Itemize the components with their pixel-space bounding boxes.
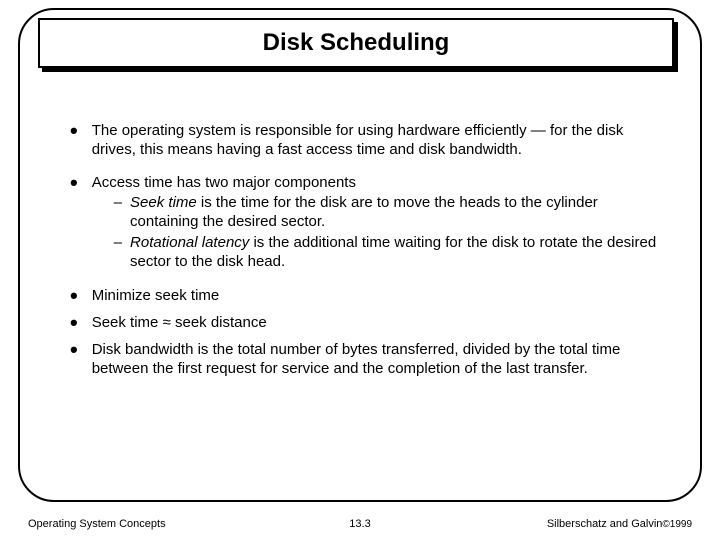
- footer-copyright: ©1999: [662, 519, 692, 530]
- title-box: Disk Scheduling: [38, 18, 674, 68]
- sub-rest: is the time for the disk are to move the…: [130, 194, 598, 230]
- bullet-text: Access time has two major components – S…: [92, 174, 660, 274]
- slide-title: Disk Scheduling: [263, 29, 450, 57]
- bullet-icon: •: [70, 176, 78, 190]
- bullet-item: • Minimize seek time: [70, 287, 660, 306]
- bullet-lead: Access time has two major components: [92, 174, 356, 191]
- approx-symbol: ≈: [163, 314, 171, 331]
- bullet-item: • The operating system is responsible fo…: [70, 122, 660, 160]
- content-area: • The operating system is responsible fo…: [70, 122, 660, 392]
- bullet-icon: •: [70, 343, 78, 357]
- bullet-item: • Seek time ≈ seek distance: [70, 314, 660, 333]
- text-pre: Seek time: [92, 314, 163, 331]
- bullet-text: Disk bandwidth is the total number of by…: [92, 341, 660, 379]
- footer: Operating System Concepts 13.3 Silbersch…: [0, 518, 720, 530]
- bullet-text: Minimize seek time: [92, 287, 220, 306]
- dash-icon: –: [114, 234, 122, 253]
- sub-text: Rotational latency is the additional tim…: [130, 234, 660, 272]
- dash-icon: –: [114, 194, 122, 213]
- sub-item: – Seek time is the time for the disk are…: [114, 194, 660, 232]
- bullet-item: • Access time has two major components –…: [70, 174, 660, 274]
- footer-right: Silberschatz and Galvin©1999: [371, 518, 692, 530]
- bullet-icon: •: [70, 124, 78, 138]
- footer-left: Operating System Concepts: [28, 518, 349, 530]
- sub-list: – Seek time is the time for the disk are…: [114, 194, 660, 271]
- bullet-icon: •: [70, 316, 78, 330]
- sub-text: Seek time is the time for the disk are t…: [130, 194, 660, 232]
- bullet-icon: •: [70, 289, 78, 303]
- bullet-text: The operating system is responsible for …: [92, 122, 660, 160]
- bullet-text: Seek time ≈ seek distance: [92, 314, 267, 333]
- sub-item: – Rotational latency is the additional t…: [114, 234, 660, 272]
- text-post: seek distance: [171, 314, 267, 331]
- bullet-item: • Disk bandwidth is the total number of …: [70, 341, 660, 379]
- emphasis: Seek time: [130, 194, 197, 211]
- footer-page-number: 13.3: [349, 518, 370, 530]
- emphasis: Rotational latency: [130, 234, 249, 251]
- footer-author: Silberschatz and Galvin: [547, 518, 663, 530]
